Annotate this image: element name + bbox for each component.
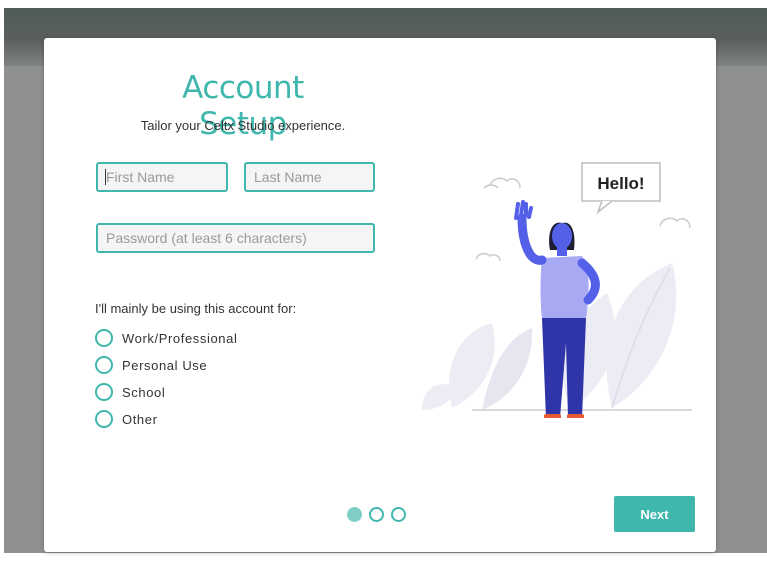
usage-option-label: Work/Professional bbox=[122, 330, 238, 346]
step-dot-2[interactable] bbox=[369, 507, 384, 522]
usage-option-other[interactable]: Other bbox=[95, 410, 158, 428]
usage-option-personal[interactable]: Personal Use bbox=[95, 356, 207, 374]
step-dot-1[interactable] bbox=[347, 507, 362, 522]
step-dot-3[interactable] bbox=[391, 507, 406, 522]
first-name-field[interactable] bbox=[96, 162, 228, 192]
text-cursor bbox=[105, 169, 106, 185]
radio-button[interactable] bbox=[95, 383, 113, 401]
radio-button[interactable] bbox=[95, 356, 113, 374]
usage-option-school[interactable]: School bbox=[95, 383, 165, 401]
waving-woman-illustration: Hello! bbox=[422, 162, 692, 418]
account-setup-modal: Account Setup Tailor your Celtx Studio e… bbox=[44, 38, 716, 552]
speech-bubble: Hello! bbox=[581, 162, 661, 215]
bottom-edge bbox=[0, 553, 767, 561]
left-edge bbox=[0, 8, 4, 553]
speech-bubble-text: Hello! bbox=[597, 174, 644, 193]
usage-option-label: Other bbox=[122, 411, 158, 427]
usage-question: I'll mainly be using this account for: bbox=[95, 301, 297, 316]
last-name-field[interactable] bbox=[244, 162, 375, 192]
password-field[interactable] bbox=[96, 223, 375, 253]
top-edge bbox=[0, 0, 767, 8]
usage-option-label: School bbox=[122, 384, 166, 400]
radio-button[interactable] bbox=[95, 410, 113, 428]
step-indicator bbox=[347, 507, 406, 522]
usage-option-label: Personal Use bbox=[122, 357, 208, 373]
usage-option-work[interactable]: Work/Professional bbox=[95, 329, 237, 347]
page-subtitle: Tailor your Celtx Studio experience. bbox=[140, 118, 346, 133]
radio-button[interactable] bbox=[95, 329, 113, 347]
next-button[interactable]: Next bbox=[614, 496, 695, 532]
